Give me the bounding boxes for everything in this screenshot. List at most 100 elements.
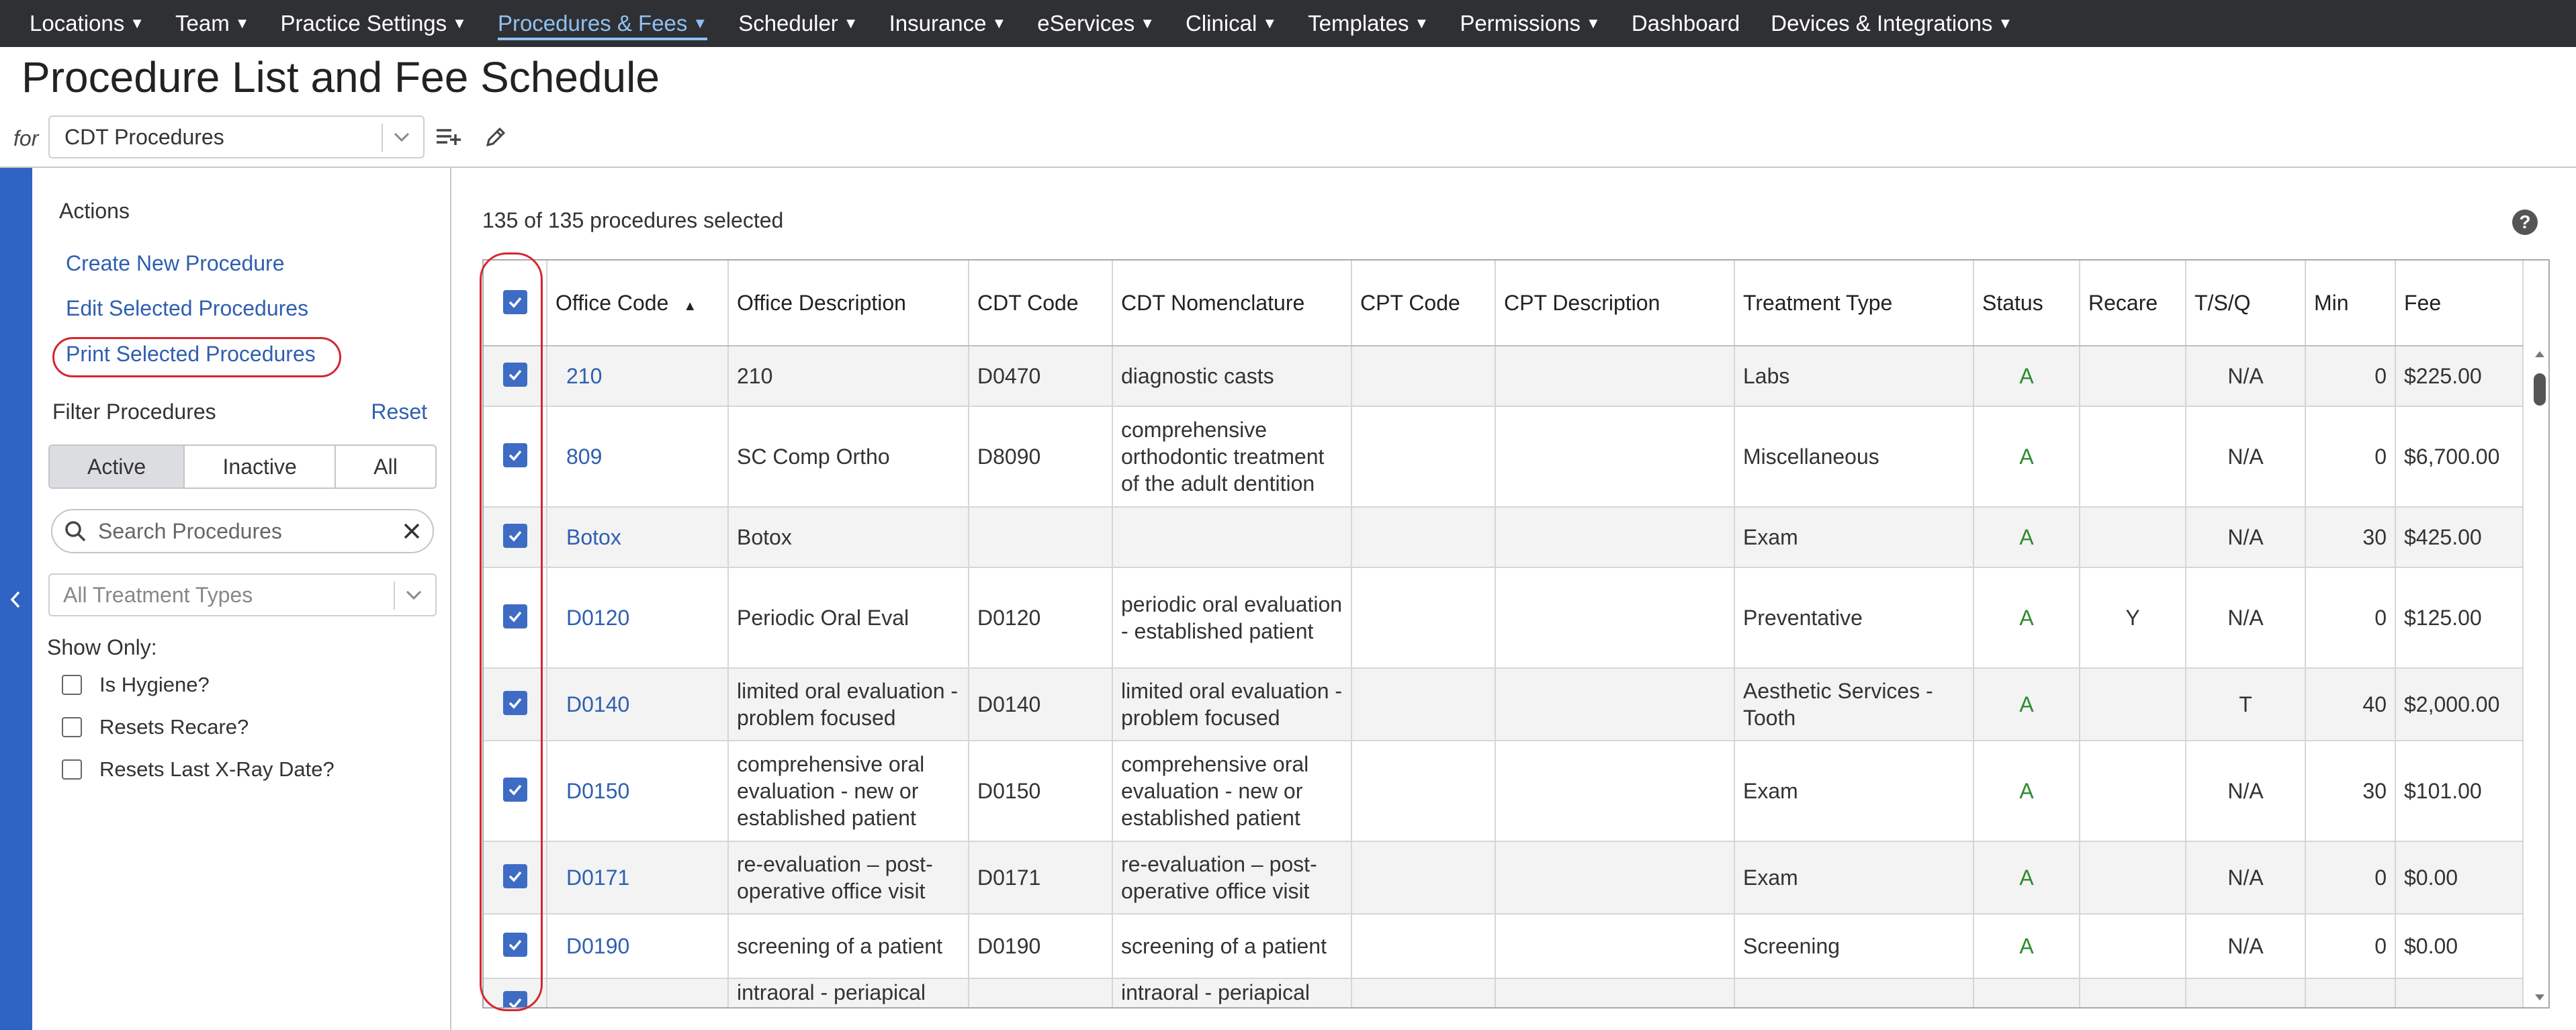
cell-treatment-type: Aesthetic Services - Tooth: [1734, 668, 1974, 741]
nav-item-insurance[interactable]: Insurance ▼: [889, 0, 1007, 47]
table-row[interactable]: Botox Botox Exam A N/A 30 $425.00: [484, 507, 2524, 568]
add-list-icon[interactable]: [435, 125, 462, 152]
column-header-cpt-code[interactable]: CPT Code: [1351, 261, 1496, 346]
nav-item-dashboard[interactable]: Dashboard: [1632, 0, 1740, 47]
caret-down-icon: ▼: [130, 15, 145, 32]
grid-scrollbar[interactable]: [2531, 345, 2548, 1007]
clear-search-icon[interactable]: [402, 521, 422, 541]
sidebar-collapse-strip[interactable]: [0, 168, 32, 1030]
sidebar: Actions Create New Procedure Edit Select…: [32, 168, 451, 1030]
cell-cpt-description: [1495, 841, 1735, 915]
resets-recare-checkbox[interactable]: [62, 717, 82, 737]
column-header-treatment-type[interactable]: Treatment Type: [1734, 261, 1974, 346]
cell-office-code[interactable]: D0120: [547, 567, 729, 669]
column-header-fee[interactable]: Fee: [2395, 261, 2524, 346]
nav-item-templates[interactable]: Templates ▼: [1308, 0, 1429, 47]
nav-item-clinical[interactable]: Clinical ▼: [1186, 0, 1277, 47]
cell-status: A: [1973, 567, 2080, 669]
table-row[interactable]: 809 SC Comp Ortho D8090 comprehensive ortho…: [484, 406, 2524, 508]
scroll-up-arrow-icon[interactable]: [2533, 348, 2546, 363]
help-icon[interactable]: ?: [2512, 209, 2538, 235]
cell-status: A: [1973, 507, 2080, 568]
column-header-recare[interactable]: Recare: [2080, 261, 2186, 346]
column-header-status[interactable]: Status: [1973, 261, 2080, 346]
chevron-down-icon: [390, 125, 414, 154]
resets-xray-checkbox[interactable]: [62, 759, 82, 780]
table-row[interactable]: D0150 comprehensive oral evaluation - new…: [484, 741, 2524, 842]
cell-office-description: 210: [728, 346, 969, 407]
cell-office-code[interactable]: [547, 978, 729, 1007]
column-header-min[interactable]: Min: [2305, 261, 2396, 346]
cell-office-description: screening of a patient: [728, 914, 969, 979]
cell-office-code[interactable]: Botox: [547, 507, 729, 568]
cell-min: 30: [2305, 741, 2396, 842]
cell-office-code[interactable]: D0190: [547, 914, 729, 979]
table-row[interactable]: D0120 Periodic Oral Eval D0120 periodic ora…: [484, 567, 2524, 669]
table-row[interactable]: D0171 re-evaluation – post-operative offi…: [484, 841, 2524, 915]
is-hygiene-checkbox[interactable]: [62, 675, 82, 695]
column-header-t-s-q[interactable]: T/S/Q: [2186, 261, 2306, 346]
column-header-cdt-nomenclature[interactable]: CDT Nomenclature: [1112, 261, 1352, 346]
resets-recare-checkbox-row[interactable]: Resets Recare?: [62, 715, 249, 739]
nav-item-eservices[interactable]: eServices ▼: [1037, 0, 1155, 47]
cell-office-code[interactable]: D0140: [547, 668, 729, 741]
nav-item-permissions[interactable]: Permissions ▼: [1460, 0, 1601, 47]
cell-recare: [2080, 406, 2186, 508]
nav-item-label: Clinical: [1185, 11, 1257, 36]
caret-down-icon: ▼: [991, 15, 1007, 32]
scroll-thumb[interactable]: [2534, 373, 2546, 406]
edit-procedures-link[interactable]: Edit Selected Procedures: [66, 296, 308, 321]
cell-cdt-nomenclature: [1112, 507, 1352, 568]
column-header-cpt-description[interactable]: CPT Description: [1495, 261, 1735, 346]
cell-office-code[interactable]: 809: [547, 406, 729, 508]
column-header-office-description[interactable]: Office Description: [728, 261, 969, 346]
cell-tsq: N/A: [2186, 406, 2306, 508]
nav-item-practice-settings[interactable]: Practice Settings ▼: [281, 0, 467, 47]
column-header-cdt-code[interactable]: CDT Code: [969, 261, 1113, 346]
filter-active-button[interactable]: Active: [50, 446, 185, 487]
nav-item-scheduler[interactable]: Scheduler ▼: [738, 0, 858, 47]
column-header-label: Treatment Type: [1743, 290, 1893, 315]
fee-schedule-select[interactable]: CDT Procedures: [48, 115, 425, 158]
treatment-type-select[interactable]: All Treatment Types: [48, 573, 437, 616]
nav-item-label: Permissions: [1460, 11, 1581, 36]
table-row[interactable]: D0140 limited oral evaluation - problem f…: [484, 668, 2524, 741]
caret-down-icon: ▼: [452, 15, 467, 32]
table-row[interactable]: intraoral - periapical intraoral - periap…: [484, 978, 2524, 1007]
search-procedures-field[interactable]: Search Procedures: [51, 509, 434, 553]
table-row[interactable]: D0190 screening of a patient D0190 screenin…: [484, 914, 2524, 979]
scroll-down-arrow-icon[interactable]: [2533, 992, 2546, 1007]
sort-ascending-icon: ▲: [683, 298, 697, 314]
nav-item-procedures-fees[interactable]: Procedures & Fees ▼: [497, 7, 708, 40]
nav-item-devices-integrations[interactable]: Devices & Integrations ▼: [1771, 0, 2012, 47]
create-procedure-link[interactable]: Create New Procedure: [66, 251, 284, 276]
filter-all-button[interactable]: All: [336, 446, 435, 487]
search-input[interactable]: Search Procedures: [98, 519, 282, 544]
edit-pencil-icon[interactable]: [484, 125, 508, 152]
cell-office-code[interactable]: D0150: [547, 741, 729, 842]
caret-down-icon: ▼: [1140, 15, 1155, 32]
cell-fee: $101.00: [2395, 741, 2524, 842]
cell-cpt-code: [1351, 741, 1496, 842]
nav-item-team[interactable]: Team ▼: [175, 0, 249, 47]
status-filter-toggle: Active Inactive All: [48, 444, 437, 489]
table-row[interactable]: 210 210 D0470 diagnostic casts Labs A N/A 0 $225…: [484, 346, 2524, 407]
cell-fee: $6,700.00: [2395, 406, 2524, 508]
reset-filter-link[interactable]: Reset: [371, 400, 427, 424]
cell-min: 0: [2305, 567, 2396, 669]
cell-office-code[interactable]: D0171: [547, 841, 729, 915]
cell-status: [1973, 978, 2080, 1007]
cell-cdt-code: [969, 507, 1113, 568]
nav-item-label: Locations: [30, 11, 125, 36]
for-label: for: [13, 126, 39, 150]
nav-item-locations[interactable]: Locations ▼: [30, 0, 144, 47]
resets-xray-checkbox-row[interactable]: Resets Last X-Ray Date?: [62, 757, 335, 782]
filter-inactive-button[interactable]: Inactive: [185, 446, 337, 487]
cell-office-code[interactable]: 210: [547, 346, 729, 407]
is-hygiene-checkbox-row[interactable]: Is Hygiene?: [62, 673, 210, 697]
cell-cdt-code: D0120: [969, 567, 1113, 669]
column-header-office-code[interactable]: Office Code ▲: [547, 261, 729, 346]
cell-cdt-code: D0171: [969, 841, 1113, 915]
cell-fee: $2,000.00: [2395, 668, 2524, 741]
nav-item-label: Procedures & Fees: [497, 11, 688, 36]
